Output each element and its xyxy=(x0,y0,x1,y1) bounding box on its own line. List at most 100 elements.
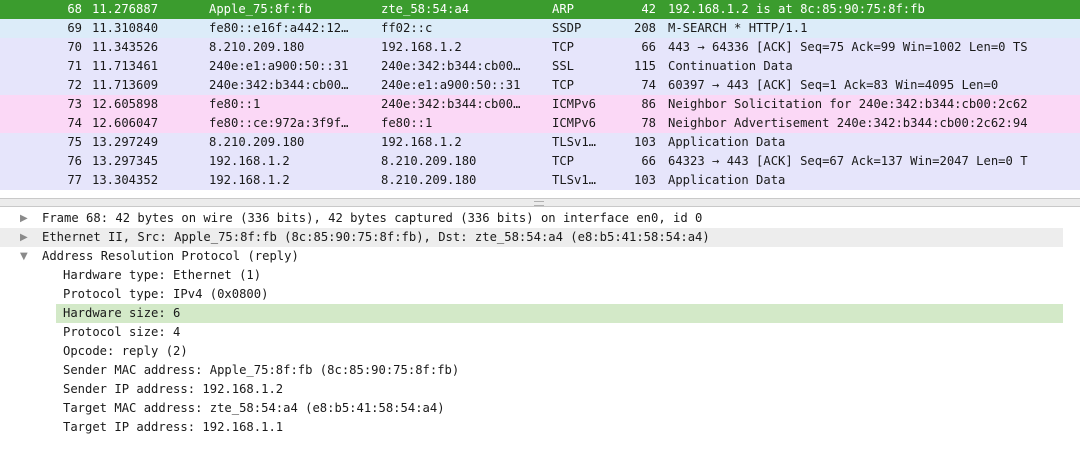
packet-source: 192.168.1.2 xyxy=(209,173,290,187)
field-label: Target MAC address: zte_58:54:a4 (e8:b5:… xyxy=(63,401,445,415)
arp-field-opcode[interactable]: Opcode: reply (2) xyxy=(0,342,1063,361)
packet-info: Neighbor Advertisement 240e:342:b344:cb0… xyxy=(668,116,1028,130)
packet-number: 68 xyxy=(67,2,82,16)
packet-time: 13.297345 xyxy=(92,154,159,168)
arp-field-target-ip[interactable]: Target IP address: 192.168.1.1 xyxy=(0,418,1063,437)
packet-row-71[interactable]: 71 11.713461 240e:e1:a900:50::31 240e:34… xyxy=(0,57,1080,76)
expand-triangle-icon[interactable]: ▶ xyxy=(20,209,32,228)
expand-triangle-icon[interactable]: ▶ xyxy=(20,228,32,247)
packet-number: 69 xyxy=(67,21,82,35)
packet-time: 13.297249 xyxy=(92,135,159,149)
field-label: Opcode: reply (2) xyxy=(63,344,188,358)
arp-field-target-mac[interactable]: Target MAC address: zte_58:54:a4 (e8:b5:… xyxy=(0,399,1063,418)
packet-row-76[interactable]: 76 13.297345 192.168.1.2 8.210.209.180 T… xyxy=(0,152,1080,171)
packet-destination: zte_58:54:a4 xyxy=(381,2,470,16)
packet-info: Application Data xyxy=(668,173,786,187)
packet-number: 71 xyxy=(67,59,82,73)
tree-item-label: Address Resolution Protocol (reply) xyxy=(42,249,299,263)
packet-list[interactable]: 68 11.276887 Apple_75:8f:fb zte_58:54:a4… xyxy=(0,0,1080,198)
packet-source: 8.210.209.180 xyxy=(209,135,305,149)
arp-field-protocol-size[interactable]: Protocol size: 4 xyxy=(0,323,1063,342)
packet-source: Apple_75:8f:fb xyxy=(209,2,312,16)
packet-row-69[interactable]: 69 11.310840 fe80::e16f:a442:12… ff02::c… xyxy=(0,19,1080,38)
packet-row-77[interactable]: 77 13.304352 192.168.1.2 8.210.209.180 T… xyxy=(0,171,1080,190)
packet-time: 13.304352 xyxy=(92,173,159,187)
packet-length: 74 xyxy=(641,78,656,92)
packet-length: 42 xyxy=(641,2,656,16)
packet-number: 74 xyxy=(67,116,82,130)
packet-destination: 192.168.1.2 xyxy=(381,40,462,54)
packet-number: 70 xyxy=(67,40,82,54)
packet-time: 11.276887 xyxy=(92,2,159,16)
arp-field-protocol-type[interactable]: Protocol type: IPv4 (0x0800) xyxy=(0,285,1063,304)
packet-info: M-SEARCH * HTTP/1.1 xyxy=(668,21,808,35)
packet-info: Continuation Data xyxy=(668,59,793,73)
packet-length: 66 xyxy=(641,40,656,54)
packet-length: 115 xyxy=(633,59,656,73)
collapse-triangle-icon[interactable]: ▼ xyxy=(20,247,32,266)
packet-number: 73 xyxy=(67,97,82,111)
packet-destination: 192.168.1.2 xyxy=(381,135,462,149)
packet-row-75[interactable]: 75 13.297249 8.210.209.180 192.168.1.2 T… xyxy=(0,133,1080,152)
packet-row-73[interactable]: 73 12.605898 fe80::1 240e:342:b344:cb00…… xyxy=(0,95,1080,114)
packet-time: 11.310840 xyxy=(92,21,159,35)
packet-source: fe80::e16f:a442:12… xyxy=(209,21,349,35)
field-label: Sender MAC address: Apple_75:8f:fb (8c:8… xyxy=(63,363,460,377)
packet-time: 11.713461 xyxy=(92,59,159,73)
tree-item-arp[interactable]: ▼ Address Resolution Protocol (reply) xyxy=(0,247,1063,266)
packet-length: 208 xyxy=(633,21,656,35)
field-label: Target IP address: 192.168.1.1 xyxy=(63,420,284,434)
packet-info: 64323 → 443 [ACK] Seq=67 Ack=137 Win=204… xyxy=(668,154,1028,168)
packet-destination: 8.210.209.180 xyxy=(381,173,477,187)
packet-destination: 240e:e1:a900:50::31 xyxy=(381,78,521,92)
pane-splitter[interactable] xyxy=(0,198,1080,207)
packet-destination: ff02::c xyxy=(381,21,433,35)
packet-source: 192.168.1.2 xyxy=(209,154,290,168)
packet-destination: 240e:342:b344:cb00… xyxy=(381,97,521,111)
packet-number: 77 xyxy=(67,173,82,187)
packet-row-70[interactable]: 70 11.343526 8.210.209.180 192.168.1.2 T… xyxy=(0,38,1080,57)
tree-item-label: Ethernet II, Src: Apple_75:8f:fb (8c:85:… xyxy=(42,230,710,244)
field-label: Protocol size: 4 xyxy=(63,325,181,339)
packet-destination: 8.210.209.180 xyxy=(381,154,477,168)
packet-time: 11.713609 xyxy=(92,78,159,92)
arp-field-sender-ip[interactable]: Sender IP address: 192.168.1.2 xyxy=(0,380,1063,399)
packet-number: 75 xyxy=(67,135,82,149)
packet-row-74[interactable]: 74 12.606047 fe80::ce:972a:3f9f… fe80::1… xyxy=(0,114,1080,133)
packet-length: 103 xyxy=(633,135,656,149)
field-label: Hardware type: Ethernet (1) xyxy=(63,268,262,282)
tree-item-ethernet[interactable]: ▶ Ethernet II, Src: Apple_75:8f:fb (8c:8… xyxy=(0,228,1063,247)
packet-length: 78 xyxy=(641,116,656,130)
packet-source: 8.210.209.180 xyxy=(209,40,305,54)
splitter-grip-icon[interactable] xyxy=(534,201,544,206)
packet-info: Application Data xyxy=(668,135,786,149)
packet-details-pane[interactable]: ▶ Frame 68: 42 bytes on wire (336 bits),… xyxy=(0,207,1080,457)
packet-length: 86 xyxy=(641,97,656,111)
packet-source: fe80::ce:972a:3f9f… xyxy=(209,116,349,130)
packet-number: 72 xyxy=(67,78,82,92)
arp-field-hardware-type[interactable]: Hardware type: Ethernet (1) xyxy=(0,266,1063,285)
packet-info: Neighbor Solicitation for 240e:342:b344:… xyxy=(668,97,1028,111)
field-label: Sender IP address: 192.168.1.2 xyxy=(63,382,284,396)
field-label: Hardware size: 6 xyxy=(63,306,181,320)
packet-length: 66 xyxy=(641,154,656,168)
packet-time: 11.343526 xyxy=(92,40,159,54)
packet-row-72[interactable]: 72 11.713609 240e:342:b344:cb00… 240e:e1… xyxy=(0,76,1080,95)
field-label: Protocol type: IPv4 (0x0800) xyxy=(63,287,269,301)
tree-item-label: Frame 68: 42 bytes on wire (336 bits), 4… xyxy=(42,211,703,225)
packet-source: fe80::1 xyxy=(209,97,261,111)
packet-info: 192.168.1.2 is at 8c:85:90:75:8f:fb xyxy=(668,2,925,16)
packet-time: 12.606047 xyxy=(92,116,159,130)
packet-row-68[interactable]: 68 11.276887 Apple_75:8f:fb zte_58:54:a4… xyxy=(0,0,1080,19)
packet-info: 443 → 64336 [ACK] Seq=75 Ack=99 Win=1002… xyxy=(668,40,1028,54)
arp-field-sender-mac[interactable]: Sender MAC address: Apple_75:8f:fb (8c:8… xyxy=(0,361,1063,380)
packet-length: 103 xyxy=(633,173,656,187)
arp-field-hardware-size[interactable]: Hardware size: 6 xyxy=(56,304,1063,323)
packet-source: 240e:e1:a900:50::31 xyxy=(209,59,349,73)
packet-destination: fe80::1 xyxy=(381,116,433,130)
packet-number: 76 xyxy=(67,154,82,168)
packet-time: 12.605898 xyxy=(92,97,159,111)
tree-item-frame[interactable]: ▶ Frame 68: 42 bytes on wire (336 bits),… xyxy=(0,209,1063,228)
packet-destination: 240e:342:b344:cb00… xyxy=(381,59,521,73)
packet-source: 240e:342:b344:cb00… xyxy=(209,78,349,92)
